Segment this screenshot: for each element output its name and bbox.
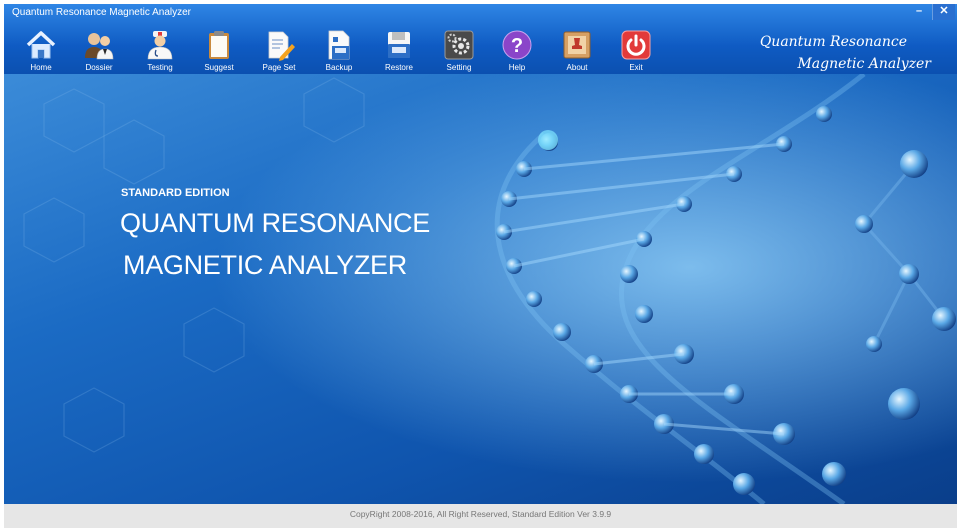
toolbar-setting-label: Setting <box>446 63 472 72</box>
toolbar-restore-button[interactable]: Restore <box>374 28 424 72</box>
hero-title-line-1: QUANTUM RESONANCE <box>120 208 430 238</box>
window-title: Quantum Resonance Magnetic Analyzer <box>12 7 191 18</box>
copyright-text: CopyRight 2008-2016, All Right Reserved,… <box>349 509 612 519</box>
toolbar-help-label: Help <box>508 63 526 72</box>
splash-background: STANDARD EDITION QUANTUM RESONANCE MAGNE… <box>4 74 957 504</box>
power-icon <box>621 30 651 60</box>
toolbar-home-button[interactable]: Home <box>16 28 66 72</box>
minimize-button[interactable]: – <box>908 4 930 20</box>
toolbar-exit-button[interactable]: Exit <box>611 28 661 72</box>
close-button[interactable]: ✕ <box>932 4 955 20</box>
toolbar-home-label: Home <box>30 63 52 72</box>
toolbar-backup-button[interactable]: Backup <box>314 28 364 72</box>
toolbar-backup-label: Backup <box>325 63 353 72</box>
clipboard-icon <box>209 31 229 59</box>
app-window: Quantum Resonance Magnetic Analyzer – ✕ … <box>4 4 957 528</box>
toolbar-exit-label: Exit <box>629 63 643 72</box>
question-icon: ? <box>502 30 532 60</box>
home-icon <box>26 31 56 59</box>
stamp-icon <box>563 31 591 59</box>
toolbar-page-set-label: Page Set <box>262 63 296 72</box>
toolbar-dossier-button[interactable]: Dossier <box>74 28 124 72</box>
toolbar-about-label: About <box>566 63 588 72</box>
svg-text:?: ? <box>511 35 523 57</box>
toolbar-testing-button[interactable]: Testing <box>135 28 185 72</box>
toolbar-suggest-button[interactable]: Suggest <box>194 28 244 72</box>
edit-document-icon <box>268 31 295 61</box>
toolbar-help-button[interactable]: ? Help <box>492 28 542 72</box>
dna-helix-illustration <box>4 74 957 504</box>
gears-icon <box>444 30 474 60</box>
doctor-icon <box>147 31 173 60</box>
brand-line-2: Magnetic Analyzer <box>797 56 931 72</box>
backup-document-icon <box>328 30 350 60</box>
toolbar-dossier-label: Dossier <box>85 63 113 72</box>
toolbar-testing-label: Testing <box>147 63 173 72</box>
status-footer: CopyRight 2008-2016, All Right Reserved,… <box>4 504 957 528</box>
brand-logo-text: Quantum Resonance Magnetic Analyzer <box>760 31 931 75</box>
toolbar-setting-button[interactable]: Setting <box>434 28 484 72</box>
toolbar-page-set-button[interactable]: Page Set <box>254 28 304 72</box>
users-icon <box>85 33 114 60</box>
floppy-disk-icon <box>388 32 410 58</box>
toolbar-restore-label: Restore <box>384 63 413 72</box>
hero-title-line-2: MAGNETIC ANALYZER <box>123 250 407 280</box>
toolbar-about-button[interactable]: About <box>552 28 602 72</box>
toolbar: Quantum Resonance Magnetic Analyzer – ✕ … <box>4 4 957 74</box>
hero-edition-label: STANDARD EDITION <box>121 187 230 199</box>
toolbar-suggest-label: Suggest <box>204 63 234 72</box>
title-bar: Quantum Resonance Magnetic Analyzer – ✕ <box>4 4 957 22</box>
brand-line-1: Quantum Resonance <box>759 34 907 50</box>
